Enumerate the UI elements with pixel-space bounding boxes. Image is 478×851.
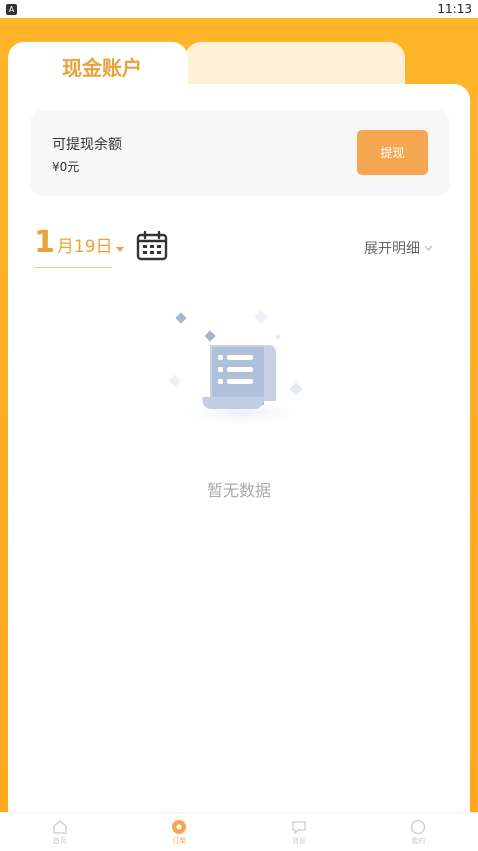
nav-label-home: 首页	[52, 836, 67, 845]
chat-icon	[292, 820, 306, 835]
status-time: 11:13	[437, 2, 472, 16]
nav-label-profile: 我的	[411, 836, 426, 845]
nav-item-profile[interactable]: 我的	[378, 819, 458, 846]
balance-label: 可提现余额	[52, 137, 122, 153]
date-month-number: 1	[34, 225, 55, 260]
wallet-icon	[172, 819, 187, 834]
android-badge-icon: A	[6, 3, 17, 15]
bottom-nav: 首页 订单 消息 我的	[0, 812, 478, 851]
balance-value: ¥0元	[52, 160, 80, 174]
empty-state-text: 暂无数据	[206, 481, 271, 500]
date-day-text: 月19日	[56, 237, 113, 257]
expand-details-label: 展开明细	[364, 241, 420, 257]
date-selector[interactable]: 1 月19日	[34, 228, 124, 258]
tab-inactive[interactable]	[185, 42, 405, 84]
nav-item-orders[interactable]: 订单	[139, 819, 219, 846]
nav-item-home[interactable]: 首页	[20, 819, 100, 846]
caret-down-icon	[115, 247, 124, 252]
nav-label-messages: 消息	[291, 836, 306, 845]
nav-label-orders: 订单	[172, 836, 187, 845]
date-underline	[34, 267, 112, 268]
nav-item-messages[interactable]: 消息	[259, 819, 339, 846]
tab-cash-account-label: 现金账户	[62, 56, 142, 80]
withdraw-button[interactable]: 提现	[357, 130, 428, 175]
home-icon	[53, 819, 67, 834]
user-icon	[411, 819, 426, 834]
chevron-down-icon	[424, 245, 433, 251]
status-bar: A 11:13	[0, 0, 478, 18]
calendar-icon[interactable]	[136, 230, 168, 262]
empty-state-illustration	[164, 309, 320, 425]
expand-details-link[interactable]: 展开明细	[364, 238, 433, 258]
